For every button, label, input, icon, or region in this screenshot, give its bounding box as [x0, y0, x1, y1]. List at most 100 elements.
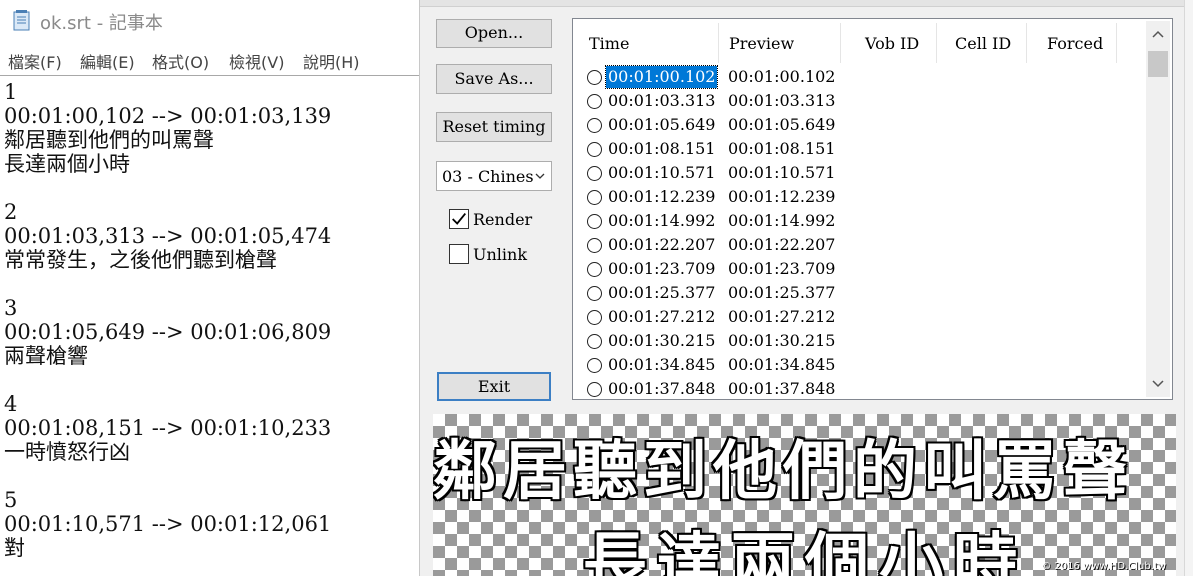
- render-checkbox[interactable]: [449, 209, 469, 229]
- chevron-down-icon[interactable]: [1152, 379, 1164, 389]
- notepad-text-area[interactable]: 1 00:01:00,102 --> 00:01:03,139 鄰居聽到他們的叫…: [0, 75, 419, 576]
- render-label[interactable]: Render: [473, 210, 532, 229]
- list-row[interactable]: 00:01:08.151 00:01:08.151: [573, 137, 1143, 161]
- col-header-cell-id[interactable]: Cell ID: [937, 23, 1027, 63]
- col-header-time-label: Time: [589, 34, 630, 53]
- row-time: 00:01:27.212: [608, 307, 716, 326]
- row-time: 00:01:34.845: [608, 355, 716, 374]
- radio-icon[interactable]: [587, 190, 602, 205]
- open-button[interactable]: Open...: [436, 19, 552, 48]
- watermark: © 2016 www.HD.Club.tw: [1041, 561, 1166, 572]
- radio-icon[interactable]: [587, 214, 602, 229]
- row-preview: 00:01:27.212: [728, 307, 836, 326]
- menu-file[interactable]: 檔案(F): [8, 49, 62, 73]
- chevron-up-icon[interactable]: [1152, 29, 1164, 39]
- radio-icon[interactable]: [587, 94, 602, 109]
- col-header-forced[interactable]: Forced: [1027, 23, 1117, 63]
- radio-icon[interactable]: [587, 238, 602, 253]
- list-row[interactable]: 00:01:12.239 00:01:12.239: [573, 185, 1143, 209]
- text-line: 常常發生，之後他們聽到槍聲: [4, 248, 277, 272]
- text-line: 對: [4, 536, 25, 560]
- text-line: 00:01:08,151 --> 00:01:10,233: [4, 416, 332, 440]
- row-preview: 00:01:22.207: [728, 235, 836, 254]
- radio-icon[interactable]: [587, 262, 602, 277]
- menu-format[interactable]: 格式(O): [152, 49, 209, 73]
- list-row[interactable]: 00:01:05.649 00:01:05.649: [573, 113, 1143, 137]
- list-row[interactable]: 00:01:03.313 00:01:03.313: [573, 89, 1143, 113]
- scrollbar-thumb[interactable]: [1148, 51, 1168, 77]
- menu-view[interactable]: 檢視(V): [229, 49, 284, 73]
- list-row[interactable]: 00:01:25.377 00:01:25.377: [573, 281, 1143, 305]
- row-time: 00:01:23.709: [608, 259, 716, 278]
- radio-icon[interactable]: [587, 70, 602, 85]
- row-preview: 00:01:05.649: [728, 115, 836, 134]
- row-preview: 00:01:03.313: [728, 91, 836, 110]
- radio-icon[interactable]: [587, 310, 602, 325]
- menu-edit[interactable]: 編輯(E): [80, 49, 135, 73]
- text-line: 1: [4, 80, 18, 104]
- radio-icon[interactable]: [587, 358, 602, 373]
- list-row[interactable]: 00:01:23.709 00:01:23.709: [573, 257, 1143, 281]
- radio-icon[interactable]: [587, 334, 602, 349]
- text-line: 一時憤怒行凶: [4, 440, 130, 464]
- exit-button-label: Exit: [477, 377, 511, 396]
- row-preview: 00:01:00.102: [728, 67, 836, 86]
- list-header: Time Preview Vob ID Cell ID Forced: [579, 23, 1139, 63]
- col-header-vob-id[interactable]: Vob ID: [841, 23, 937, 63]
- list-scrollbar[interactable]: [1146, 21, 1170, 397]
- subtitle-list[interactable]: Time Preview Vob ID Cell ID Forced 00:01…: [572, 18, 1173, 400]
- radio-icon[interactable]: [587, 382, 602, 397]
- row-preview: 00:01:37.848: [728, 379, 836, 398]
- window-top-border: [420, 0, 1184, 7]
- radio-icon[interactable]: [587, 142, 602, 157]
- window-edge: [1184, 0, 1193, 576]
- unlink-label[interactable]: Unlink: [473, 245, 527, 264]
- stream-select[interactable]: 03 - Chines: [436, 161, 552, 191]
- text-line: 鄰居聽到他們的叫罵聲: [4, 128, 214, 152]
- col-header-preview[interactable]: Preview: [719, 23, 841, 63]
- row-preview: 00:01:12.239: [728, 187, 836, 206]
- unlink-checkbox[interactable]: [449, 244, 469, 264]
- row-time: 00:01:03.313: [608, 91, 716, 110]
- list-row[interactable]: 00:01:14.992 00:01:14.992: [573, 209, 1143, 233]
- text-line: 5: [4, 488, 18, 512]
- stream-select-value: 03 - Chines: [442, 167, 534, 186]
- row-time: 00:01:37.848: [608, 379, 716, 398]
- checkmark-icon: [452, 213, 466, 225]
- list-row[interactable]: 00:01:37.848 00:01:37.848: [573, 377, 1143, 399]
- open-button-label: Open...: [464, 23, 524, 42]
- notepad-icon: [13, 10, 30, 31]
- list-row[interactable]: 00:01:34.845 00:01:34.845: [573, 353, 1143, 377]
- text-line: 00:01:00,102 --> 00:01:03,139: [4, 104, 332, 128]
- exit-button[interactable]: Exit: [437, 372, 551, 401]
- row-preview: 00:01:34.845: [728, 355, 836, 374]
- text-line: 長達兩個小時: [4, 152, 130, 176]
- row-time: 00:01:10.571: [608, 163, 716, 182]
- row-preview: 00:01:25.377: [728, 283, 836, 302]
- reset-timing-button-label: Reset timing: [442, 117, 546, 136]
- chevron-down-icon: [535, 173, 545, 179]
- list-rows: 00:01:00.102 00:01:00.102 00:01:03.313 00:…: [573, 65, 1143, 399]
- row-preview: 00:01:14.992: [728, 211, 836, 230]
- row-time: 00:01:00.102: [604, 65, 719, 89]
- row-preview: 00:01:08.151: [728, 139, 836, 158]
- list-row[interactable]: 00:01:30.215 00:01:30.215: [573, 329, 1143, 353]
- row-time: 00:01:14.992: [608, 211, 716, 230]
- save-as-button[interactable]: Save As...: [436, 64, 552, 94]
- radio-icon[interactable]: [587, 166, 602, 181]
- radio-icon[interactable]: [587, 286, 602, 301]
- col-header-time[interactable]: Time: [579, 23, 719, 63]
- list-row[interactable]: 00:01:22.207 00:01:22.207: [573, 233, 1143, 257]
- radio-icon[interactable]: [587, 118, 602, 133]
- list-row[interactable]: 00:01:27.212 00:01:27.212: [573, 305, 1143, 329]
- text-line: 00:01:05,649 --> 00:01:06,809: [4, 320, 332, 344]
- row-time: 00:01:05.649: [608, 115, 716, 134]
- row-time: 00:01:25.377: [608, 283, 716, 302]
- menu-help[interactable]: 說明(H): [303, 49, 360, 73]
- row-time: 00:01:30.215: [608, 331, 716, 350]
- reset-timing-button[interactable]: Reset timing: [436, 112, 552, 142]
- list-row[interactable]: 00:01:10.571 00:01:10.571: [573, 161, 1143, 185]
- row-preview: 00:01:23.709: [728, 259, 836, 278]
- list-row[interactable]: 00:01:00.102 00:01:00.102: [573, 65, 1143, 89]
- row-preview: 00:01:10.571: [728, 163, 836, 182]
